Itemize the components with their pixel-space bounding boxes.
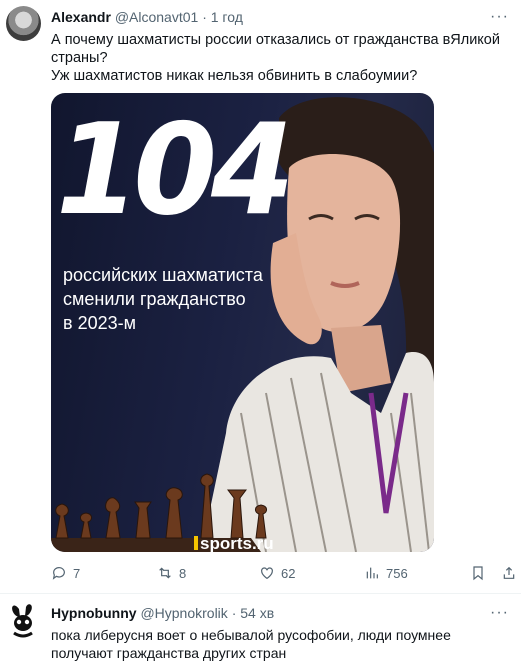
- bookmark-icon: [473, 566, 483, 581]
- more-options-icon[interactable]: ···: [490, 604, 509, 622]
- tweet-header: Alexandr @Alconavt01 · 1 год: [51, 9, 243, 25]
- image-caption-line: российских шахматиста: [63, 265, 263, 285]
- tweet-text-line: А почему шахматисты россии отказались от…: [51, 32, 500, 66]
- views-button[interactable]: 756: [364, 565, 408, 581]
- reply-author-name[interactable]: Hypnobunny: [51, 605, 137, 621]
- rabbit-avatar-icon: [12, 604, 33, 638]
- reply-author-avatar[interactable]: [6, 603, 41, 638]
- repost-button[interactable]: 8: [157, 565, 186, 581]
- separator-dot: ·: [231, 605, 237, 621]
- image-caption-line: в 2023-м: [63, 313, 136, 333]
- reply-count: 7: [73, 565, 81, 581]
- tweet-text-line: Уж шахматистов никак нельзя обвинить в с…: [51, 68, 418, 84]
- bookmark-button[interactable]: [470, 565, 486, 581]
- author-avatar[interactable]: [6, 6, 41, 41]
- reply-text: пока либерусня воет о небывалой русофоби…: [51, 627, 451, 661]
- tweet-actions: 7 8 62 756: [51, 565, 515, 583]
- like-count: 62: [281, 565, 296, 581]
- image-caption-line: сменили гражданство: [63, 289, 246, 309]
- views-count: 756: [386, 565, 408, 581]
- more-options-icon[interactable]: ···: [490, 8, 509, 26]
- tweet-image[interactable]: 104 российских шахматиста сменили гражда…: [51, 93, 434, 552]
- reply-button[interactable]: 7: [51, 565, 80, 581]
- divider: [0, 593, 521, 594]
- image-headline-number: 104: [56, 97, 294, 244]
- author-handle[interactable]: @Alconavt01: [115, 9, 198, 25]
- author-name[interactable]: Alexandr: [51, 9, 111, 25]
- tweet[interactable]: Alexandr @Alconavt01 · 1 год ··· А почем…: [0, 0, 521, 598]
- reply-icon: [52, 567, 65, 580]
- share-icon: [503, 566, 515, 579]
- repost-count: 8: [179, 565, 187, 581]
- heart-icon: [261, 567, 273, 580]
- tweet-text: А почему шахматисты россии отказались от…: [51, 31, 506, 85]
- share-button[interactable]: [501, 565, 517, 581]
- like-button[interactable]: 62: [259, 565, 295, 581]
- reply-author-handle[interactable]: @Hypnokrolik: [140, 605, 227, 621]
- image-caption: российских шахматиста сменили гражданств…: [63, 263, 293, 335]
- views-icon: [366, 567, 378, 579]
- tweet-time[interactable]: 1 год: [211, 9, 243, 25]
- separator-dot: ·: [202, 9, 207, 25]
- sports-ru-logo: sports.ru: [194, 534, 274, 552]
- repost-icon: [159, 567, 171, 579]
- reply-header: Hypnobunny @Hypnokrolik · 54 хв: [51, 605, 274, 621]
- reply-time[interactable]: 54 хв: [240, 605, 274, 621]
- reply-tweet[interactable]: Hypnobunny @Hypnokrolik · 54 хв ··· пока…: [0, 598, 521, 666]
